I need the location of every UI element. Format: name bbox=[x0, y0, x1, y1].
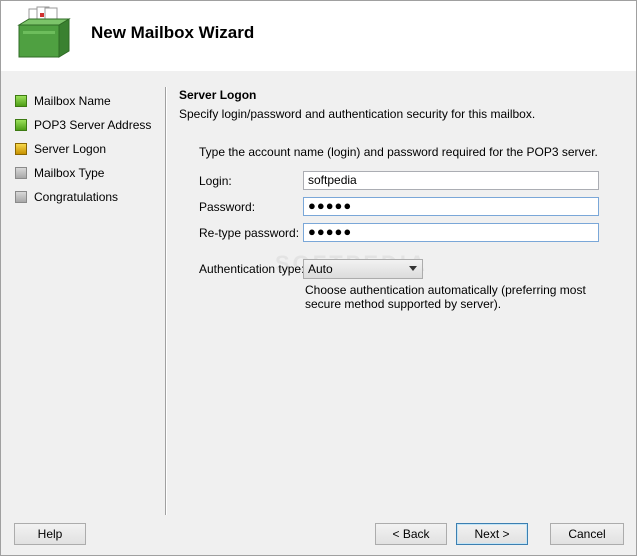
step-mailbox-type: Mailbox Type bbox=[15, 161, 161, 185]
instructions-text: Type the account name (login) and passwo… bbox=[199, 145, 598, 159]
retype-password-input[interactable]: ●●●●● bbox=[303, 223, 599, 242]
cancel-button[interactable]: Cancel bbox=[550, 523, 624, 545]
chevron-down-icon bbox=[409, 266, 417, 271]
help-button[interactable]: Help bbox=[14, 523, 86, 545]
step-label: Server Logon bbox=[34, 142, 107, 156]
wizard-steps: Mailbox Name POP3 Server Address Server … bbox=[15, 89, 161, 209]
login-input[interactable]: softpedia bbox=[303, 171, 599, 190]
wizard-title: New Mailbox Wizard bbox=[91, 23, 255, 42]
login-label: Login: bbox=[199, 174, 232, 188]
step-pending-icon bbox=[15, 167, 27, 179]
step-label: Mailbox Type bbox=[34, 166, 105, 180]
password-label: Password: bbox=[199, 200, 256, 214]
authentication-type-value: Auto bbox=[308, 262, 333, 276]
step-pending-icon bbox=[15, 191, 27, 203]
vertical-divider bbox=[165, 87, 167, 515]
section-title: Server Logon bbox=[179, 88, 257, 102]
authentication-type-label: Authentication type: bbox=[199, 262, 305, 276]
step-label: Congratulations bbox=[34, 190, 119, 204]
mailbox-icon bbox=[17, 6, 71, 58]
step-label: POP3 Server Address bbox=[34, 118, 152, 132]
step-label: Mailbox Name bbox=[34, 94, 111, 108]
authentication-type-select[interactable]: Auto bbox=[303, 259, 423, 279]
back-button[interactable]: < Back bbox=[375, 523, 447, 545]
step-pop3-server-address: POP3 Server Address bbox=[15, 113, 161, 137]
authentication-description: Choose authentication automatically (pre… bbox=[305, 283, 586, 311]
wizard-header: New Mailbox Wizard bbox=[1, 1, 636, 71]
step-server-logon: Server Logon bbox=[15, 137, 161, 161]
wizard-window: New Mailbox Wizard Mailbox Name POP3 Ser… bbox=[0, 0, 637, 556]
section-description: Specify login/password and authenticatio… bbox=[179, 107, 536, 121]
step-current-icon bbox=[15, 143, 27, 155]
retype-password-label: Re-type password: bbox=[199, 226, 300, 240]
step-congratulations: Congratulations bbox=[15, 185, 161, 209]
step-done-icon bbox=[15, 95, 27, 107]
password-input[interactable]: ●●●●● bbox=[303, 197, 599, 216]
next-button[interactable]: Next > bbox=[456, 523, 528, 545]
step-mailbox-name: Mailbox Name bbox=[15, 89, 161, 113]
step-done-icon bbox=[15, 119, 27, 131]
